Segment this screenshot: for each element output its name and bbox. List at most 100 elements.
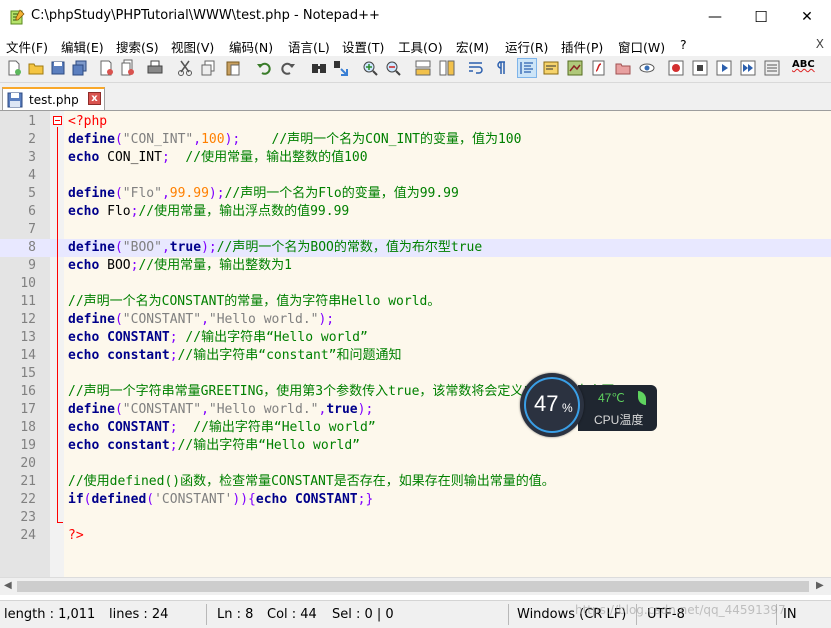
cpu-monitor-widget[interactable]: 47℃ CPU温度 47 %: [520, 373, 657, 439]
doc-map-icon[interactable]: [566, 59, 584, 77]
menu-window[interactable]: 窗口(W): [618, 37, 665, 56]
line-number: 23: [20, 510, 36, 525]
code-text: echo CONSTANT; //输出字符串“Hello world”: [68, 420, 376, 435]
line-number: 17: [20, 402, 36, 417]
find-icon[interactable]: [310, 59, 328, 77]
indent-guide-icon[interactable]: [517, 58, 537, 78]
replace-icon[interactable]: [332, 59, 350, 77]
line-number: 22: [20, 492, 36, 507]
play-macro-icon[interactable]: [715, 59, 733, 77]
code-text: if(defined('CONSTANT')){echo CONSTANT;}: [68, 492, 374, 507]
line-number: 10: [20, 276, 36, 291]
code-text: //使用defined()函数，检查常量CONSTANT是否存在，如果存在则输出…: [68, 474, 555, 489]
copy-icon[interactable]: [200, 59, 218, 77]
save-all-icon[interactable]: [71, 59, 89, 77]
stop-macro-icon[interactable]: [691, 59, 709, 77]
sync-vertical-icon[interactable]: [414, 59, 432, 77]
code-text: echo CON_INT; //使用常量，输出整数的值100: [68, 150, 368, 165]
menu-file[interactable]: 文件(F): [6, 37, 48, 56]
line-number: 14: [20, 348, 36, 363]
folder-workspace-icon[interactable]: [614, 59, 632, 77]
maximize-button[interactable]: ☐: [738, 0, 784, 34]
udl-icon[interactable]: [542, 59, 560, 77]
redo-icon[interactable]: [279, 59, 297, 77]
line-number: 9: [28, 258, 36, 273]
cpu-temp-label: CPU温度: [594, 413, 644, 427]
save-macro-icon[interactable]: [763, 59, 781, 77]
close-document-button[interactable]: X: [816, 37, 824, 51]
code-text: echo BOO;//使用常量，输出整数为1: [68, 258, 292, 273]
status-length: length : 1,011: [4, 607, 96, 622]
monitor-icon[interactable]: [638, 59, 656, 77]
undo-icon[interactable]: [255, 59, 273, 77]
close-all-icon[interactable]: [119, 59, 137, 77]
line-number: 18: [20, 420, 36, 435]
save-icon[interactable]: [49, 59, 67, 77]
menu-language[interactable]: 语言(L): [288, 37, 330, 56]
watermark: https://blog.csdn.net/qq_44591397: [575, 603, 786, 617]
menu-view[interactable]: 视图(V): [171, 37, 214, 56]
code-line: 1 <?php: [0, 113, 831, 131]
status-selection: Sel : 0 | 0: [332, 607, 394, 622]
zoom-out-icon[interactable]: [384, 59, 402, 77]
code-text: ?>: [68, 528, 84, 543]
horizontal-scrollbar[interactable]: ◀ ▶: [0, 577, 831, 595]
print-icon[interactable]: [146, 59, 164, 77]
cpu-usage-value: 47: [534, 391, 559, 416]
code-text: define("Flo",99.99);//声明一个名为Flo的变量，值为99.…: [68, 186, 459, 201]
line-number: 11: [20, 294, 36, 309]
current-code-line: 8 define("BOO",true);//声明一个名为BOO的常数，值为布尔…: [0, 239, 831, 257]
code-text: echo Flo;//使用常量，输出浮点数的值99.99: [68, 204, 350, 219]
line-number: 12: [20, 312, 36, 327]
code-line: 7: [0, 221, 831, 239]
code-editor[interactable]: 1 <?php 2 define("CON_INT",100); //声明一个名…: [0, 111, 831, 577]
line-number: 7: [28, 222, 36, 237]
menu-tools[interactable]: 工具(O): [398, 37, 443, 56]
menu-bar: 文件(F) 编辑(E) 搜索(S) 视图(V) 编码(N) 语言(L) 设置(T…: [0, 34, 831, 56]
menu-run[interactable]: 运行(R): [505, 37, 548, 56]
line-number: 3: [28, 150, 36, 165]
scroll-right-icon[interactable]: ▶: [816, 580, 824, 591]
code-text: define("CONSTANT","Hello world.");: [68, 312, 335, 327]
saved-file-icon: [7, 92, 23, 108]
menu-search[interactable]: 搜索(S): [116, 37, 159, 56]
line-number: 6: [28, 204, 36, 219]
code-text: define("BOO",true);//声明一个名为BOO的常数，值为布尔型t…: [68, 240, 483, 255]
minimize-button[interactable]: —: [692, 0, 738, 34]
fold-toggle-icon[interactable]: [53, 116, 62, 125]
spellcheck-icon[interactable]: ABC: [792, 59, 815, 77]
zoom-in-icon[interactable]: [361, 59, 379, 77]
code-line: 19 echo constant;//输出字符串“Hello world”: [0, 437, 831, 455]
run-macro-multiple-icon[interactable]: [739, 59, 757, 77]
close-window-button[interactable]: ✕: [784, 0, 830, 34]
word-wrap-icon[interactable]: [467, 59, 485, 77]
minimize-icon: —: [708, 9, 722, 25]
menu-edit[interactable]: 编辑(E): [61, 37, 104, 56]
tab-close-icon[interactable]: x: [88, 92, 101, 105]
maximize-icon: ☐: [754, 8, 768, 26]
scroll-left-icon[interactable]: ◀: [4, 580, 12, 591]
status-bar: length : 1,011 lines : 24 Ln : 8 Col : 4…: [0, 600, 831, 628]
paste-icon[interactable]: [224, 59, 242, 77]
new-file-icon[interactable]: [5, 59, 23, 77]
code-line: 16 //声明一个字符串常量GREETING，使用第3个参数传入true，该常数…: [0, 383, 831, 401]
menu-encoding[interactable]: 编码(N): [229, 37, 273, 56]
menu-macro[interactable]: 宏(M): [456, 37, 489, 56]
record-macro-icon[interactable]: [667, 59, 685, 77]
menu-plugins[interactable]: 插件(P): [561, 37, 603, 56]
menu-settings[interactable]: 设置(T): [342, 37, 384, 56]
toolbar: ABC: [0, 56, 831, 83]
cut-icon[interactable]: [176, 59, 194, 77]
open-file-icon[interactable]: [27, 59, 45, 77]
sync-horizontal-icon[interactable]: [438, 59, 456, 77]
function-list-icon[interactable]: [590, 59, 608, 77]
menu-help[interactable]: ?: [680, 37, 687, 52]
tab-test-php[interactable]: test.php x: [2, 87, 105, 110]
code-text: echo CONSTANT; //输出字符串“Hello world”: [68, 330, 368, 345]
status-divider: [206, 604, 207, 625]
code-text: <?php: [68, 114, 108, 129]
scrollbar-thumb[interactable]: [17, 581, 809, 592]
code-line: 20: [0, 455, 831, 473]
show-all-chars-icon[interactable]: [491, 59, 509, 77]
close-file-icon[interactable]: [97, 59, 115, 77]
